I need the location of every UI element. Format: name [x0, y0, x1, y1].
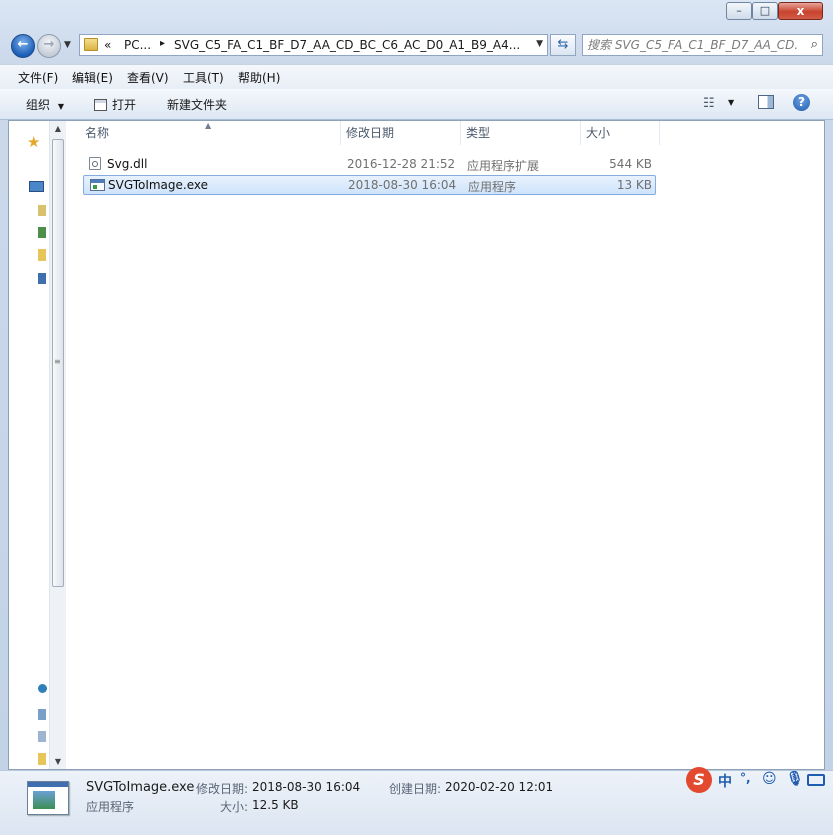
explorer-window: – □ x ← → ▼ « PC... ▸ SVG_C5_FA_C1_BF_D7… — [0, 0, 833, 835]
close-button[interactable]: x — [778, 2, 823, 20]
menu-help[interactable]: 帮助(H) — [238, 69, 280, 86]
selected-file-thumbnail-icon — [27, 781, 69, 815]
open-app-icon — [94, 99, 107, 111]
address-bar[interactable]: « PC... ▸ SVG_C5_FA_C1_BF_D7_AA_CD_BC_C6… — [79, 34, 548, 56]
sort-ascending-icon: ▲ — [205, 121, 212, 130]
homegroup-icon[interactable] — [38, 227, 46, 238]
forward-arrow-icon: → — [43, 37, 55, 52]
favorites-star-icon[interactable]: ★ — [27, 133, 41, 151]
library-icon[interactable] — [38, 205, 46, 216]
minimize-button[interactable]: – — [726, 2, 752, 20]
details-file-name: SVGToImage.exe — [86, 780, 195, 795]
file-size: 13 KB — [616, 178, 652, 192]
preview-pane-icon[interactable] — [758, 95, 774, 109]
exe-file-icon — [90, 179, 105, 191]
recent-pages-dropdown[interactable]: ▼ — [64, 40, 71, 50]
maximize-icon: □ — [759, 4, 771, 17]
sogou-logo-icon[interactable]: S — [686, 767, 712, 793]
chevron-down-icon: ▼ — [57, 102, 64, 111]
search-box[interactable]: ⌕ — [582, 34, 823, 56]
minimize-icon: – — [736, 4, 742, 17]
breadcrumb-current-folder[interactable]: SVG_C5_FA_C1_BF_D7_AA_CD_BC_C6_AC_D0_A1_… — [174, 38, 520, 52]
organize-button[interactable]: 组织 ▼ — [26, 96, 64, 113]
view-dropdown-icon[interactable]: ▼ — [728, 98, 734, 107]
file-size: 544 KB — [609, 157, 652, 171]
refresh-button[interactable]: ⇆ — [550, 34, 576, 56]
folder-icon[interactable] — [38, 249, 46, 261]
search-input[interactable] — [587, 37, 797, 53]
file-type: 应用程序扩展 — [467, 159, 540, 173]
details-modified-label: 修改日期: — [196, 782, 249, 796]
file-modified: 2018-08-30 16:04 — [348, 178, 457, 192]
scroll-down-icon[interactable]: ▼ — [50, 757, 66, 766]
back-button[interactable]: ← — [11, 34, 35, 58]
computer-icon[interactable] — [38, 273, 46, 284]
folder-icon — [84, 38, 98, 51]
scroll-grip-icon: ≡ — [54, 357, 61, 366]
menu-file[interactable]: 文件(F) — [18, 69, 58, 86]
ime-language-toggle[interactable]: 中 — [718, 771, 732, 791]
emoji-icon[interactable]: ☺ — [762, 771, 777, 787]
back-arrow-icon: ← — [17, 37, 29, 52]
forward-button[interactable]: → — [37, 34, 61, 58]
microphone-icon[interactable]: 🎙 — [786, 771, 804, 787]
details-size-label: 大小: — [220, 800, 249, 814]
navigation-pane: ★ — [9, 121, 50, 769]
details-file-type: 应用程序 — [86, 800, 135, 814]
details-modified-value: 2018-08-30 16:04 — [252, 780, 361, 794]
column-header-modified[interactable]: 修改日期 — [341, 121, 461, 145]
file-type: 应用程序 — [468, 180, 517, 194]
desktop-icon[interactable] — [29, 181, 44, 192]
column-header-name[interactable]: 名称 ▲ — [81, 121, 341, 145]
file-modified: 2016-12-28 21:52 — [347, 157, 456, 171]
ime-toolbar: S 中 °, ☺ 🎙 — [686, 767, 832, 795]
menu-edit[interactable]: 编辑(E) — [72, 69, 113, 86]
address-dropdown-icon[interactable]: ▼ — [536, 39, 543, 49]
content-area: ★ ▲ ≡ ▼ 名称 ▲ 修改日期 类型 大小 Svg.dll 2016-12-… — [8, 120, 825, 770]
column-header-type[interactable]: 类型 — [461, 121, 581, 145]
keyboard-icon[interactable] — [807, 774, 825, 786]
column-name-label: 名称 — [85, 126, 110, 140]
title-bar: – □ x — [0, 0, 833, 30]
breadcrumb-pc[interactable]: PC... — [124, 38, 151, 52]
maximize-button[interactable]: □ — [752, 2, 778, 20]
file-list: 名称 ▲ 修改日期 类型 大小 Svg.dll 2016-12-28 21:52… — [81, 121, 826, 769]
details-size-value: 12.5 KB — [252, 798, 299, 812]
breadcrumb-chevron-icon[interactable]: ▸ — [160, 38, 165, 49]
open-button[interactable]: 打开 — [94, 96, 136, 113]
drive-icon[interactable] — [38, 731, 46, 742]
details-created-value: 2020-02-20 12:01 — [445, 780, 554, 794]
file-row[interactable]: Svg.dll 2016-12-28 21:52 应用程序扩展 544 KB — [83, 154, 656, 174]
organize-label: 组织 — [26, 98, 51, 112]
folder-icon[interactable] — [38, 753, 46, 765]
command-bar: 组织 ▼ 打开 新建文件夹 ☷ ▼ ? — [0, 89, 833, 120]
navigation-bar: ← → ▼ « PC... ▸ SVG_C5_FA_C1_BF_D7_AA_CD… — [0, 30, 833, 62]
search-icon[interactable]: ⌕ — [811, 37, 818, 52]
details-created-label: 创建日期: — [389, 782, 442, 796]
close-icon: x — [796, 4, 805, 18]
network-icon[interactable] — [38, 684, 47, 693]
refresh-icon: ⇆ — [557, 37, 569, 52]
file-row-selected[interactable]: SVGToImage.exe 2018-08-30 16:04 应用程序 13 … — [83, 175, 656, 195]
new-folder-button[interactable]: 新建文件夹 — [167, 96, 227, 113]
navigation-scrollbar[interactable]: ▲ ≡ ▼ — [49, 121, 66, 769]
ime-punctuation-toggle[interactable]: °, — [740, 771, 751, 785]
column-header-size[interactable]: 大小 — [581, 121, 660, 145]
menu-bar: 文件(F) 编辑(E) 查看(V) 工具(T) 帮助(H) — [0, 64, 833, 90]
menu-view[interactable]: 查看(V) — [127, 69, 169, 86]
menu-tools[interactable]: 工具(T) — [183, 69, 224, 86]
drive-icon[interactable] — [38, 709, 46, 720]
dll-file-icon — [89, 157, 101, 170]
breadcrumb-overflow[interactable]: « — [104, 38, 111, 52]
help-icon[interactable]: ? — [793, 94, 810, 111]
file-name[interactable]: SVGToImage.exe — [108, 178, 208, 192]
view-options-icon[interactable]: ☷ — [703, 96, 715, 111]
scroll-up-icon[interactable]: ▲ — [50, 124, 66, 133]
open-label: 打开 — [112, 98, 137, 112]
file-name[interactable]: Svg.dll — [107, 157, 147, 171]
